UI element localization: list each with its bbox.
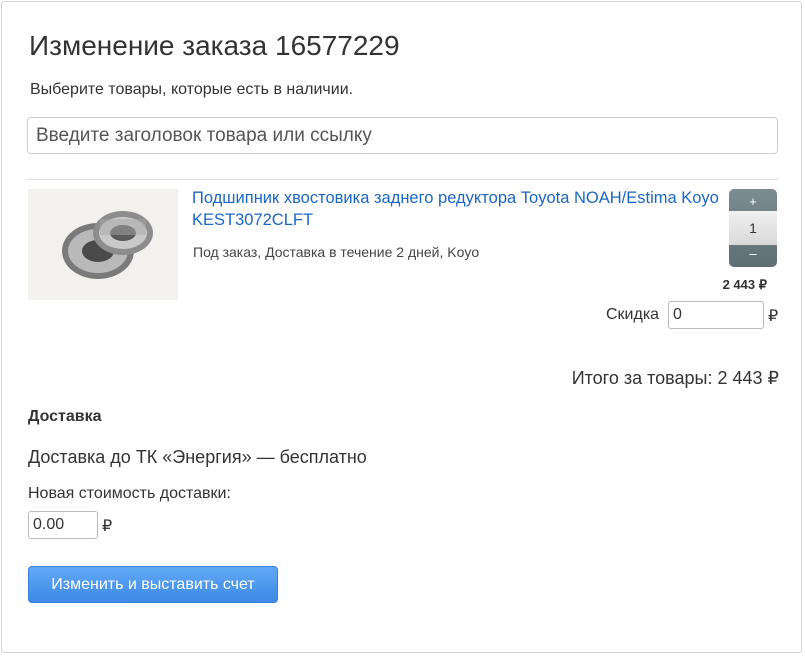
- discount-label: Скидка: [606, 306, 660, 323]
- delivery-description: Доставка до ТК «Энергия» — бесплатно: [28, 447, 367, 467]
- delivery-cost-currency: ₽: [102, 518, 113, 535]
- quantity-plus-button[interactable]: +: [729, 191, 777, 213]
- discount-currency: ₽: [768, 308, 779, 325]
- submit-invoice-button[interactable]: Изменить и выставить счет: [28, 566, 278, 603]
- delivery-heading: Доставка: [28, 408, 102, 425]
- page-subtitle: Выберите товары, которые есть в наличии.: [30, 81, 354, 98]
- product-name-link[interactable]: Подшипник хвостовика заднего редуктора T…: [192, 187, 722, 231]
- quantity-minus-button[interactable]: –: [729, 245, 777, 267]
- products-total: Итого за товары: 2 443 ₽: [571, 368, 779, 388]
- product-image: [28, 189, 178, 300]
- quantity-value[interactable]: 1: [729, 211, 777, 245]
- divider: [27, 179, 778, 180]
- quantity-stepper: + 1 –: [729, 189, 777, 267]
- delivery-cost-input[interactable]: [28, 511, 98, 539]
- bearing-photo-icon: [28, 189, 178, 300]
- discount-input[interactable]: [668, 301, 764, 329]
- product-search-input[interactable]: [27, 117, 778, 154]
- new-delivery-cost-label: Новая стоимость доставки:: [28, 485, 231, 502]
- page-title: Изменение заказа 16577229: [29, 30, 400, 61]
- product-price: 2 443 ₽: [722, 277, 767, 292]
- product-meta: Под заказ, Доставка в течение 2 дней, Ko…: [193, 244, 480, 260]
